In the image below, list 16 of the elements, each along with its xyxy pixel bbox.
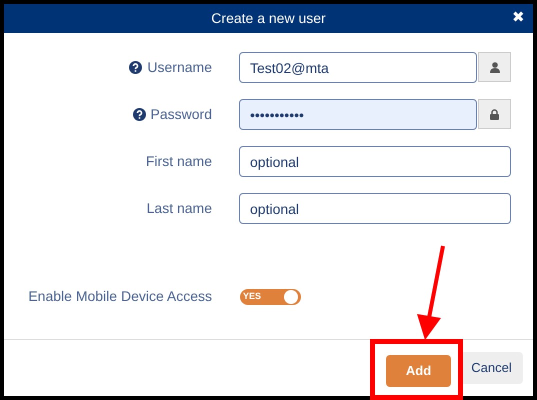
field-label: Username — [147, 58, 212, 77]
close-button[interactable]: ✖ — [512, 8, 525, 28]
input-field[interactable]: optional — [239, 146, 511, 177]
cancel-button[interactable]: Cancel — [460, 352, 523, 384]
field-label: Last name — [146, 199, 212, 218]
input-field[interactable]: Test02@mta — [239, 52, 477, 83]
input-field[interactable]: optional — [239, 193, 511, 224]
toggle-label: Enable Mobile Device Access — [28, 287, 212, 306]
input-field[interactable]: ••••••••••• — [239, 99, 477, 130]
lock-icon — [490, 108, 499, 120]
dialog-title: Create a new user — [211, 9, 326, 28]
help-icon[interactable] — [132, 108, 146, 121]
field-label: Password — [150, 105, 212, 124]
help-icon[interactable] — [129, 61, 142, 74]
field-label: First name — [146, 152, 212, 171]
user-icon — [490, 62, 500, 72]
